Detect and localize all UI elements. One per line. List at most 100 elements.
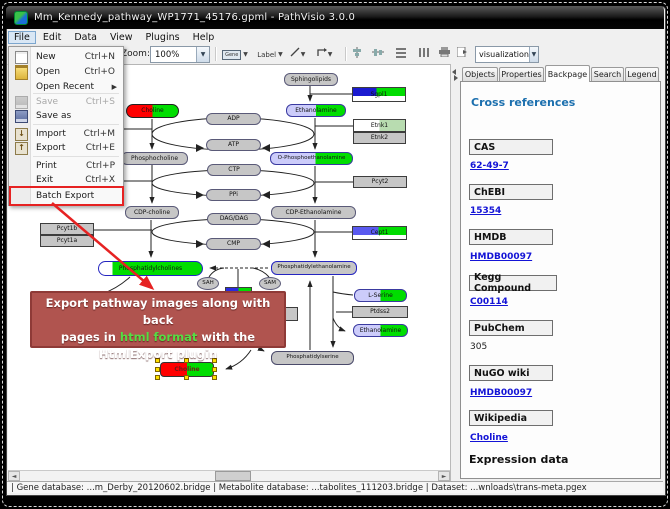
title-bar[interactable]: Mm_Kennedy_pathway_WP1771_45176.gpml - P… [6,6,664,29]
hmdb-link[interactable]: HMDB00097 [470,252,532,262]
tab-properties[interactable]: Properties [499,67,544,81]
menu-item-new[interactable]: NewCtrl+N [10,50,121,64]
align-center-button[interactable] [350,46,370,63]
line-tool-button[interactable]: ▼ [289,46,315,63]
export-image-icon [457,47,468,57]
tab-objects[interactable]: Objects [462,67,498,81]
node-ppi[interactable]: PPi [206,189,261,201]
section-header-pubchem: PubChem [469,320,553,336]
distribute-rows-icon [395,47,407,58]
menu-file[interactable]: File [8,31,36,44]
node-sam[interactable]: SAM [259,277,281,290]
nugo-link[interactable]: HMDB00097 [470,388,532,398]
status-bar: | Gene database: ...m_Derby_20120602.bri… [7,481,663,493]
selection-handle[interactable] [155,375,160,380]
export-icon: ↑ [15,142,28,155]
submenu-arrow-icon: ▶ [112,83,117,91]
node-dag[interactable]: DAG/DAG [207,213,261,225]
printer-icon [439,47,450,57]
node-ctp[interactable]: CTP [207,164,261,176]
node-ptdss2[interactable]: Ptdss2 [352,306,408,318]
node-cdp-choline[interactable]: CDP-choline [125,206,179,219]
align-center-icon [351,47,363,58]
node-cmp[interactable]: CMP [206,238,261,250]
zoom-label: Zoom: [121,49,150,59]
cas-link[interactable]: 62-49-7 [470,161,509,171]
connector-tool-button[interactable]: ▼ [316,46,342,63]
menu-edit[interactable]: Edit [37,31,67,44]
node-phosphatidylethanolamine[interactable]: Phosphatidylethanolamine [271,261,357,275]
node-o-phosphoethanolamine[interactable]: O-Phosphoethanolamine [270,152,353,165]
connector-tool-icon [317,47,328,57]
horizontal-scrollbar[interactable]: ◄ ► [8,470,450,481]
annotation-callout: Export pathway images along with back pa… [30,291,286,348]
scrollbar-thumb[interactable] [215,471,251,481]
cross-references-heading: Cross references [471,96,575,109]
import-icon: ↓ [15,128,28,141]
chevron-down-icon[interactable]: ▼ [196,47,209,62]
distribute-columns-icon [418,47,430,58]
node-cdp-ethanolamine[interactable]: CDP-Ethanolamine [271,206,356,219]
app-icon [14,11,28,25]
label-tool-button[interactable]: Label▼ [253,46,287,63]
gene-tool-button[interactable]: Gene ▼ [219,46,251,63]
section-header-nugo: NuGO wiki [469,365,553,381]
node-pcyt1a[interactable]: Pcyt1a [40,235,94,247]
tab-legend[interactable]: Legend [625,67,659,81]
node-pcyt2[interactable]: Pcyt2 [353,176,407,188]
menu-plugins[interactable]: Plugins [140,31,186,44]
distribute-rows-button[interactable] [394,46,414,63]
tab-backpage[interactable]: Backpage [545,65,590,82]
menu-bar: File Edit Data View Plugins Help [7,29,663,45]
node-l-serine[interactable]: L-Serine [354,289,407,302]
section-header-chebi: ChEBI [469,184,553,200]
node-adp[interactable]: ADP [206,113,261,125]
node-ethanolamine[interactable]: Ethanolamine [286,104,346,117]
node-cept1[interactable]: Cept1 [352,226,407,240]
highlighted-text: html format [120,330,197,344]
menu-item-import[interactable]: ↓ ImportCtrl+M [10,127,121,141]
align-middle-button[interactable] [371,46,391,63]
line-tool-icon [290,47,300,57]
node-sah[interactable]: SAH [197,277,219,290]
node-etnk1[interactable]: Etnk1 [353,119,406,132]
selection-handle[interactable] [212,367,217,372]
menu-help[interactable]: Help [187,31,221,44]
menu-item-open[interactable]: OpenCtrl+O [10,65,121,79]
scroll-left-icon[interactable]: ◄ [8,471,20,481]
node-atp[interactable]: ATP [206,139,261,151]
node-phosphocholine[interactable]: Phosphocholine [121,152,188,165]
node-phosphatidylcholines[interactable]: Phosphatidylcholines [98,261,203,276]
export-image-button[interactable] [456,46,474,63]
menu-view[interactable]: View [104,31,139,44]
chevron-down-icon[interactable]: ▼ [529,47,538,62]
section-header-hmdb: HMDB [469,229,553,245]
menu-item-print[interactable]: PrintCtrl+P [10,159,121,173]
node-ethanolamine-2[interactable]: Ethanolamine [353,324,408,337]
visualization-combobox[interactable]: visualization ▼ [475,46,539,63]
node-sphingolipids[interactable]: Sphingolipids [284,73,338,86]
chebi-link[interactable]: 15354 [470,206,501,216]
file-menu-popup: NewCtrl+N OpenCtrl+O Open Recent▶ SaveCt… [8,46,124,206]
node-sgpl1[interactable]: Sgpl1 [352,87,406,102]
printer-button[interactable] [438,46,456,63]
selection-handle[interactable] [184,375,189,380]
node-etnk2[interactable]: Etnk2 [353,132,406,144]
zoom-combobox[interactable]: 100% ▼ [150,46,210,63]
distribute-columns-button[interactable] [417,46,437,63]
selection-handle[interactable] [155,367,160,372]
batch-export-highlight-box [9,186,124,206]
scroll-right-icon[interactable]: ► [438,471,450,481]
kegg-link[interactable]: C00114 [470,297,508,307]
tab-search[interactable]: Search [591,67,624,81]
menu-item-export[interactable]: ↑ ExportCtrl+E [10,141,121,155]
section-header-cas: CAS [469,139,553,155]
menu-item-exit[interactable]: ExitCtrl+X [10,173,121,187]
selection-handle[interactable] [212,375,217,380]
wikipedia-link[interactable]: Choline [470,433,508,443]
menu-data[interactable]: Data [68,31,103,44]
menu-item-open-recent[interactable]: Open Recent▶ [10,80,121,94]
node-choline[interactable]: Choline [126,104,179,118]
menu-item-save-as[interactable]: Save as [10,109,121,123]
node-pcyt1b[interactable]: Pcyt1b [40,223,94,235]
